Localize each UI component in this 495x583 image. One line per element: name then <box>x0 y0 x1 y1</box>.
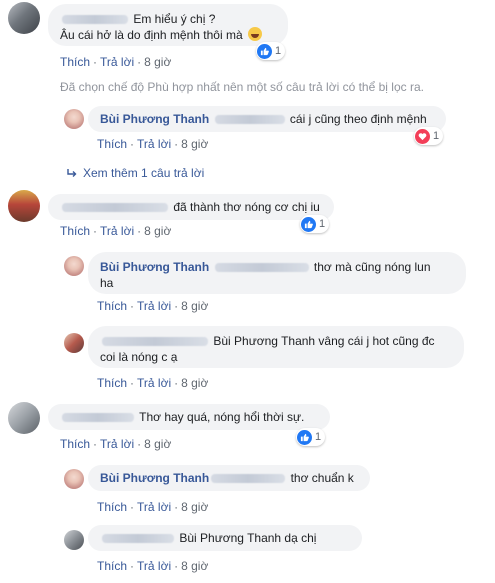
timestamp[interactable]: 8 giờ <box>181 137 208 151</box>
comment-bubble: Thơ hay quá, nóng hổi thời sự. <box>48 404 330 430</box>
reply-link[interactable]: Trả lời <box>137 376 171 390</box>
like-link[interactable]: Thích <box>97 137 127 151</box>
reply-bubble: Bùi Phương Thanh vâng cái j hot cũng đc … <box>88 326 464 368</box>
like-link[interactable]: Thích <box>60 55 90 69</box>
timestamp[interactable]: 8 giờ <box>144 437 171 451</box>
reply-actions: Thích · Trả lời · 8 giờ <box>97 376 209 390</box>
timestamp[interactable]: 8 giờ <box>144 224 171 238</box>
reply-link[interactable]: Trả lời <box>100 224 134 238</box>
reply-text: cái j cũng theo định mệnh <box>289 112 427 126</box>
reply-text: Bùi Phương Thanh vâng cái j hot cũng đc <box>213 334 435 348</box>
like-link[interactable]: Thích <box>60 437 90 451</box>
reply-bubble: Bùi Phương Thanh dạ chị <box>88 525 362 551</box>
reaction-count[interactable]: 1 <box>300 215 330 233</box>
blurred-name <box>62 203 168 213</box>
reaction-count[interactable]: 1 <box>296 428 326 446</box>
reply-arrow-icon <box>67 169 77 177</box>
like-link[interactable]: Thích <box>60 224 90 238</box>
reply-link[interactable]: Trả lời <box>137 137 171 151</box>
heart-icon <box>415 128 430 144</box>
reply-actions: Thích · Trả lời · 8 giờ <box>97 299 209 313</box>
like-link[interactable]: Thích <box>97 559 127 573</box>
reply-text: thơ mà cũng nóng lun <box>313 260 431 274</box>
reply-actions: Thích · Trả lời · 8 giờ <box>97 559 209 573</box>
avatar[interactable] <box>64 333 84 353</box>
avatar[interactable] <box>64 109 84 129</box>
reply-actions: Thích · Trả lời · 8 giờ <box>97 137 209 151</box>
reply-bubble: Bùi Phương Thanh thơ chuẩn k <box>88 465 370 491</box>
comment-text: Thơ hay quá, nóng hổi thời sự. <box>139 410 305 424</box>
reply-link[interactable]: Trả lời <box>100 55 134 69</box>
reaction-count[interactable]: 1 <box>414 127 444 145</box>
avatar[interactable] <box>8 190 40 222</box>
blurred-name <box>62 15 128 25</box>
comment-actions: Thích · Trả lời · 8 giờ <box>60 224 172 238</box>
reply-link[interactable]: Trả lời <box>137 559 171 573</box>
reply-link[interactable]: Trả lời <box>100 437 134 451</box>
author-name[interactable]: Bùi Phương Thanh <box>100 471 209 485</box>
view-more-replies[interactable]: Xem thêm 1 câu trả lời <box>66 166 204 180</box>
timestamp[interactable]: 8 giờ <box>181 500 208 514</box>
filter-notice: Đã chọn chế độ Phù hợp nhất nên một số c… <box>60 80 424 94</box>
timestamp[interactable]: 8 giờ <box>181 299 208 313</box>
reaction-count[interactable]: 1 <box>256 42 286 60</box>
blurred-name <box>214 115 285 125</box>
blurred-name <box>102 534 174 544</box>
comment-actions: Thích · Trả lời · 8 giờ <box>60 55 172 69</box>
reply-text: coi là nóng c ạ <box>100 350 178 364</box>
thumbs-up-icon <box>297 429 312 445</box>
avatar[interactable] <box>8 402 40 434</box>
like-link[interactable]: Thích <box>97 500 127 514</box>
comment-text: Em hiểu ý chị ? <box>133 12 216 26</box>
avatar[interactable] <box>64 469 84 489</box>
author-name[interactable]: Bùi Phương Thanh <box>100 112 209 126</box>
comment-text: Âu cái hở là do định mệnh thôi mà <box>60 28 243 42</box>
reply-bubble: Bùi Phương Thanh cái j cũng theo định mệ… <box>88 106 446 132</box>
like-link[interactable]: Thích <box>97 299 127 313</box>
reply-text: ha <box>100 276 114 290</box>
thumbs-up-icon <box>301 216 316 232</box>
blurred-name <box>214 263 309 273</box>
author-name[interactable]: Bùi Phương Thanh <box>100 260 209 274</box>
reply-text: thơ chuẩn k <box>290 471 354 485</box>
avatar[interactable] <box>8 2 40 34</box>
like-link[interactable]: Thích <box>97 376 127 390</box>
reply-link[interactable]: Trả lời <box>137 299 171 313</box>
comment-bubble: đã thành thơ nóng cơ chị iu <box>48 194 334 220</box>
thumbs-up-icon <box>257 43 272 59</box>
avatar[interactable] <box>64 256 84 276</box>
blurred-name <box>211 474 286 484</box>
comment-actions: Thích · Trả lời · 8 giờ <box>60 437 172 451</box>
reply-link[interactable]: Trả lời <box>137 500 171 514</box>
comment-text: đã thành thơ nóng cơ chị iu <box>173 200 320 214</box>
timestamp[interactable]: 8 giờ <box>181 559 208 573</box>
laughing-emoji-icon <box>248 27 262 41</box>
timestamp[interactable]: 8 giờ <box>181 376 208 390</box>
reply-bubble: Bùi Phương Thanh thơ mà cũng nóng lun ha <box>88 252 466 294</box>
reply-actions: Thích · Trả lời · 8 giờ <box>97 500 209 514</box>
blurred-name <box>62 413 134 423</box>
avatar[interactable] <box>64 530 84 550</box>
reply-text: Bùi Phương Thanh dạ chị <box>179 531 317 545</box>
timestamp[interactable]: 8 giờ <box>144 55 171 69</box>
blurred-name <box>102 337 208 347</box>
comment-bubble: Em hiểu ý chị ? Âu cái hở là do định mện… <box>48 4 288 46</box>
